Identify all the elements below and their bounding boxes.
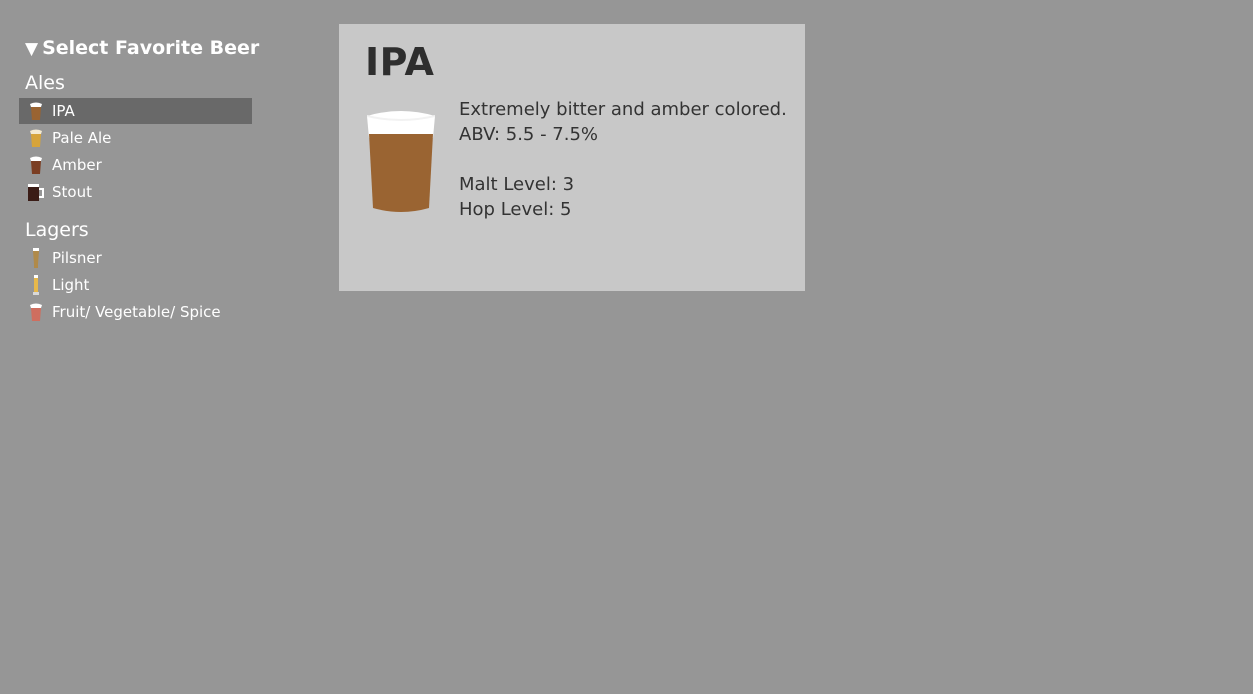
beer-item-amber[interactable]: Amber (19, 152, 252, 178)
beer-description: Extremely bitter and amber colored. (459, 99, 787, 120)
pilsner-glass-icon (19, 245, 52, 271)
beer-item-label: Light (52, 276, 90, 294)
select-favorite-beer-toggle[interactable]: ▼ Select Favorite Beer (25, 37, 259, 59)
beer-detail-text: Extremely bitter and amber colored. ABV:… (459, 97, 787, 222)
tall-glass-icon (19, 272, 52, 298)
sidebar-header-label: Select Favorite Beer (42, 37, 260, 59)
pint-glass-icon (19, 125, 52, 151)
pint-glass-icon (19, 299, 52, 325)
pint-glass-illustration (366, 110, 436, 214)
group-label-lagers: Lagers (25, 219, 89, 241)
beer-malt-level: Malt Level: 3 (459, 174, 575, 195)
beer-item-label: Pale Ale (52, 129, 112, 147)
beer-abv: ABV: 5.5 - 7.5% (459, 124, 599, 145)
beer-detail-title: IPA (365, 40, 435, 84)
beer-item-pilsner[interactable]: Pilsner (19, 245, 252, 271)
beer-item-label: Amber (52, 156, 102, 174)
group-label-ales: Ales (25, 72, 65, 94)
beer-item-light[interactable]: Light (19, 272, 252, 298)
beer-mug-icon (19, 179, 52, 205)
beer-item-label: Stout (52, 183, 92, 201)
beer-item-label: Pilsner (52, 249, 102, 267)
pint-glass-icon (19, 152, 52, 178)
pint-glass-icon (19, 98, 52, 124)
beer-item-label: Fruit/ Vegetable/ Spice (52, 303, 221, 321)
beer-item-label: IPA (52, 102, 75, 120)
triangle-down-icon: ▼ (25, 39, 39, 59)
beer-item-pale-ale[interactable]: Pale Ale (19, 125, 252, 151)
beer-item-fruit-vegetable-spice[interactable]: Fruit/ Vegetable/ Spice (19, 299, 252, 325)
beer-item-ipa[interactable]: IPA (19, 98, 252, 124)
beer-item-stout[interactable]: Stout (19, 179, 252, 205)
beer-hop-level: Hop Level: 5 (459, 199, 572, 220)
beer-detail-card: IPA Extremely bitter and amber colored. … (339, 24, 805, 291)
